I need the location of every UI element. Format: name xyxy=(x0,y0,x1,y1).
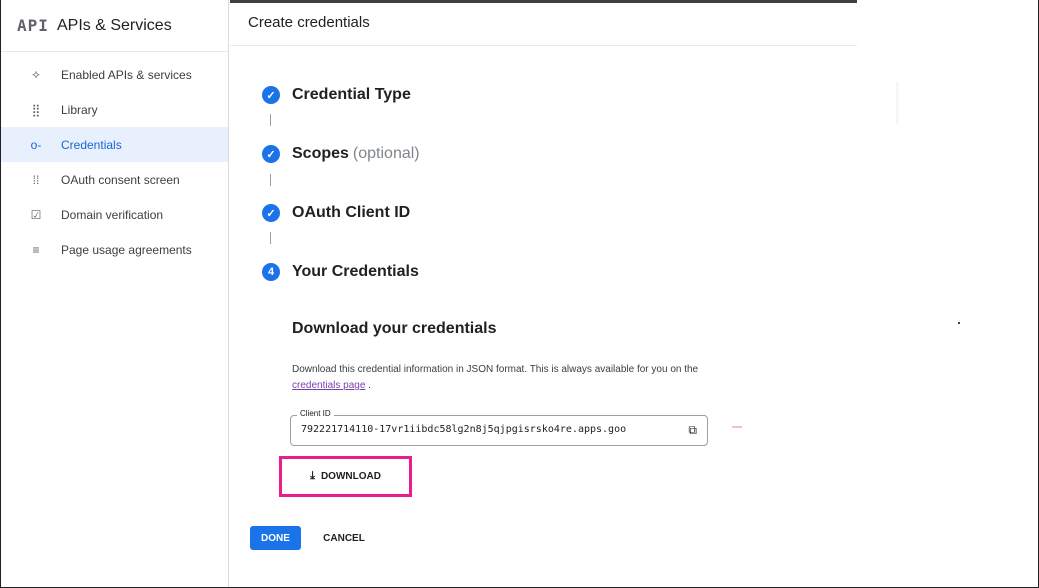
sidebar-item-label: Page usage agreements xyxy=(61,242,192,257)
stray-mark xyxy=(732,426,742,428)
download-heading: Download your credentials xyxy=(292,320,497,337)
page-header: Create credentials xyxy=(230,0,857,46)
sidebar: API APIs & Services ⟡ Enabled APIs & ser… xyxy=(1,0,229,587)
check-icon: ✓ xyxy=(262,145,280,163)
sidebar-header: API APIs & Services xyxy=(1,0,228,52)
sidebar-item-label: Domain verification xyxy=(61,207,164,222)
sidebar-item-page-usage[interactable]: ≡ Page usage agreements xyxy=(1,232,228,267)
step-title: OAuth Client ID xyxy=(292,204,411,221)
step-title: Your Credentials xyxy=(292,263,419,280)
step-optional-label: (optional) xyxy=(352,145,420,162)
sidebar-item-enabled-apis[interactable]: ⟡ Enabled APIs & services xyxy=(1,57,228,92)
step-scopes: ✓ Scopes (optional) xyxy=(262,145,420,163)
cancel-button[interactable]: CANCEL xyxy=(316,526,372,550)
stray-dot xyxy=(958,322,960,324)
check-icon: ✓ xyxy=(262,204,280,222)
sidebar-item-label: Library xyxy=(61,102,98,117)
sidebar-item-library[interactable]: ⣿ Library xyxy=(1,92,228,127)
step-connector xyxy=(270,114,271,126)
step-oauth-client-id: ✓ OAuth Client ID xyxy=(262,204,410,222)
check-icon: ✓ xyxy=(262,86,280,104)
client-id-field[interactable]: Client ID 792221714110-17vr1iibdc58lg2n8… xyxy=(290,409,708,446)
description-text: Download this credential information in … xyxy=(292,364,699,375)
sidebar-item-label: Enabled APIs & services xyxy=(61,67,192,82)
download-description: Download this credential information in … xyxy=(292,362,722,394)
step-title: Scopes xyxy=(292,145,349,162)
sidebar-list: ⟡ Enabled APIs & services ⣿ Library o- C… xyxy=(1,52,228,267)
sidebar-item-credentials[interactable]: o- Credentials xyxy=(1,127,228,162)
api-logo[interactable]: API xyxy=(17,16,57,35)
step-connector xyxy=(270,232,271,244)
step-your-credentials: 4 Your Credentials xyxy=(262,263,419,281)
step-title: Credential Type xyxy=(292,86,411,103)
sidebar-title[interactable]: APIs & Services xyxy=(57,17,172,35)
sidebar-item-oauth-consent[interactable]: ⁞⁞ OAuth consent screen xyxy=(1,162,228,197)
step-credential-type: ✓ Credential Type xyxy=(262,86,411,104)
step-number-badge: 4 xyxy=(262,263,280,281)
done-button[interactable]: DONE xyxy=(250,526,301,550)
download-button-label: DOWNLOAD xyxy=(320,471,381,482)
sidebar-item-label: OAuth consent screen xyxy=(61,172,180,187)
download-icon: ⤓ xyxy=(310,470,315,482)
enabled-apis-icon: ⟡ xyxy=(32,67,40,81)
sidebar-item-label: Credentials xyxy=(61,137,122,152)
page-title: Create credentials xyxy=(248,14,370,31)
scroll-shadow xyxy=(896,82,900,124)
description-suffix: . xyxy=(365,380,371,391)
download-button[interactable]: ⤓ DOWNLOAD xyxy=(285,462,406,491)
oauth-consent-icon: ⁞⁞ xyxy=(32,172,40,187)
client-id-value[interactable]: 792221714110-17vr1iibdc58lg2n8j5qjpgisrs… xyxy=(301,424,626,435)
copy-icon[interactable]: ⧉ xyxy=(688,423,697,438)
library-icon: ⣿ xyxy=(31,102,41,117)
client-id-label: Client ID xyxy=(297,409,334,418)
credentials-page-link[interactable]: credentials page xyxy=(292,380,365,391)
sidebar-item-domain-verification[interactable]: ☑ Domain verification xyxy=(1,197,228,232)
key-icon: o- xyxy=(30,137,42,152)
step-connector xyxy=(270,174,271,186)
domain-verification-icon: ☑ xyxy=(30,207,42,222)
page-usage-icon: ≡ xyxy=(32,242,40,257)
